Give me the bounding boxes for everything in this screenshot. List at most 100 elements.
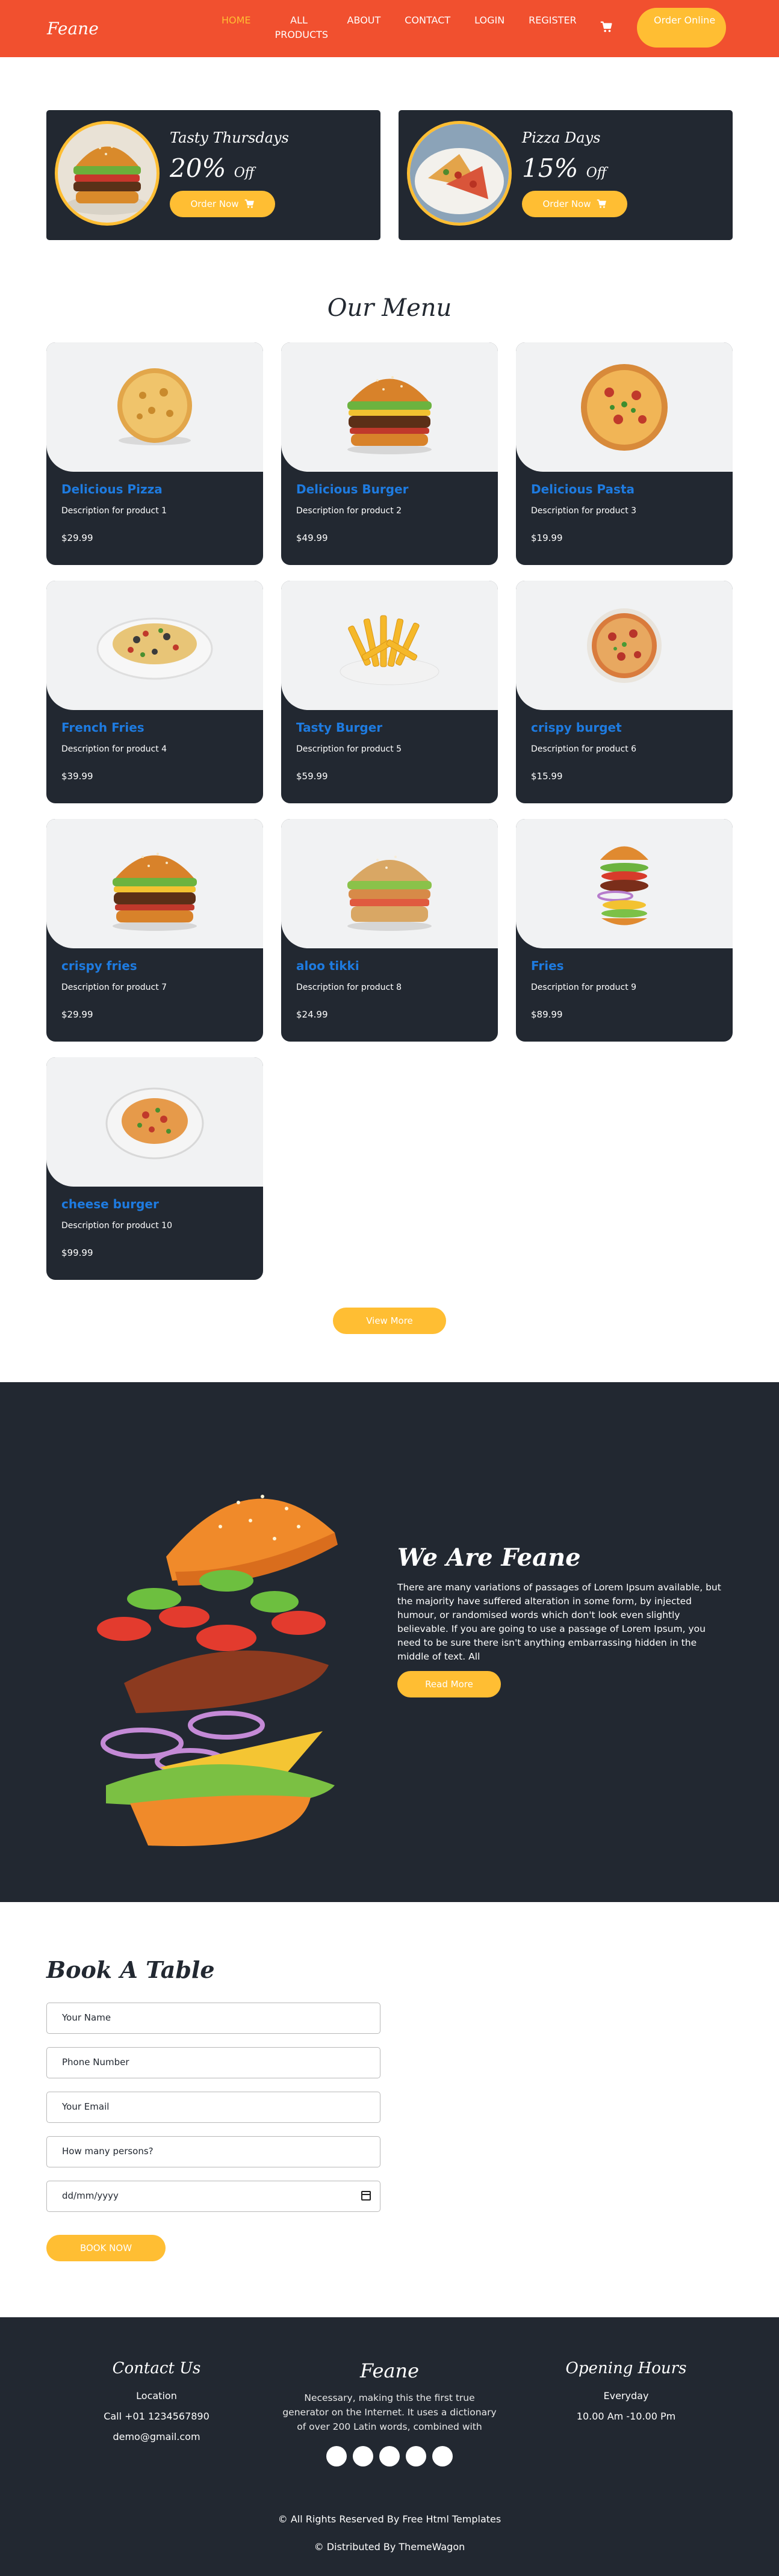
menu-card-image	[281, 342, 498, 472]
menu-item-name[interactable]: Fries	[531, 959, 564, 973]
menu-card[interactable]: cheese burger Description for product 10 $…	[46, 1057, 263, 1280]
site-header: Feane HOME ALL PRODUCTS ABOUT CONTACT LO…	[0, 0, 779, 57]
footer-time: 10.00 Am -10.00 Pm	[576, 2411, 676, 2422]
book-title: Book A Table	[46, 1956, 215, 1983]
footer-about-text: Necessary, making this the first true ge…	[282, 2392, 497, 2432]
main-nav: HOME ALL PRODUCTS ABOUT CONTACT LOGIN RE…	[222, 13, 601, 42]
menu-card-image	[516, 819, 733, 948]
menu-item-description: Description for product 4	[61, 744, 167, 754]
menu-card[interactable]: French Fries Description for product 4 $39…	[46, 581, 263, 803]
menu-item-name[interactable]: Tasty Burger	[296, 720, 382, 735]
cart-icon	[597, 199, 606, 208]
order-now-button[interactable]: Order Now	[170, 191, 275, 217]
distributed-text: © Distributed By ThemeWagon	[314, 2541, 465, 2553]
nav-all-products[interactable]: ALL PRODUCTS	[275, 13, 329, 42]
order-online-button[interactable]: Order Online	[637, 8, 726, 48]
menu-card[interactable]: Fries Description for product 9 $89.99	[516, 819, 733, 1042]
menu-item-description: Description for product 8	[296, 983, 402, 992]
nav-home[interactable]: HOME	[222, 13, 251, 42]
menu-card[interactable]: aloo tikki Description for product 8 $24.9…	[281, 819, 498, 1042]
menu-card-image	[281, 581, 498, 710]
menu-item-price: $49.99	[296, 533, 328, 543]
menu-item-price: $19.99	[531, 533, 563, 543]
linkedin-icon[interactable]	[379, 2446, 400, 2466]
menu-card-image	[281, 819, 498, 948]
menu-item-description: Description for product 6	[531, 744, 637, 754]
menu-card-image	[516, 581, 733, 710]
menu-item-name[interactable]: cheese burger	[61, 1197, 159, 1211]
menu-card[interactable]: crispy burget Description for product 6 $1…	[516, 581, 733, 803]
about-section: We Are Feane There are many variations o…	[0, 1382, 779, 1902]
offers-section: Tasty Thursdays 20% Off Order Now Pizza …	[0, 57, 779, 240]
site-footer: Contact Us Location Call +01 1234567890 …	[0, 2317, 779, 2576]
cart-icon	[244, 199, 254, 208]
name-field[interactable]: Your Name	[46, 2003, 380, 2034]
menu-card-image	[46, 1057, 263, 1187]
offer-title: Pizza Days	[522, 129, 601, 146]
menu-item-name[interactable]: crispy fries	[61, 959, 137, 973]
menu-card[interactable]: Delicious Pizza Description for product 1…	[46, 342, 263, 565]
offer-percent: 20% Off	[170, 153, 255, 183]
footer-hours-title: Opening Hours	[565, 2359, 687, 2377]
footer-contact: Contact Us Location Call +01 1234567890 …	[90, 2359, 223, 2447]
menu-item-price: $39.99	[61, 771, 93, 782]
facebook-icon[interactable]	[326, 2446, 347, 2466]
cart-icon[interactable]	[600, 20, 613, 34]
menu-item-name[interactable]: Delicious Pasta	[531, 482, 635, 496]
view-more-button[interactable]: View More	[333, 1308, 446, 1334]
date-field[interactable]: dd/mm/yyyy	[46, 2181, 380, 2212]
menu-item-name[interactable]: Delicious Pizza	[61, 482, 163, 496]
nav-about[interactable]: ABOUT	[347, 13, 381, 42]
order-now-button[interactable]: Order Now	[522, 191, 627, 217]
about-title: We Are Feane	[397, 1543, 581, 1572]
nav-register[interactable]: REGISTER	[529, 13, 577, 42]
burger-illustration	[97, 1495, 338, 1846]
menu-card[interactable]: Delicious Pasta Description for product 3…	[516, 342, 733, 565]
nav-contact[interactable]: CONTACT	[405, 13, 450, 42]
footer-phone[interactable]: Call +01 1234567890	[90, 2406, 223, 2427]
persons-field[interactable]: How many persons?	[46, 2136, 380, 2167]
menu-card-image	[46, 581, 263, 710]
menu-item-name[interactable]: aloo tikki	[296, 959, 359, 973]
menu-item-description: Description for product 1	[61, 506, 167, 516]
offer-title: Tasty Thursdays	[170, 129, 289, 146]
nav-login[interactable]: LOGIN	[474, 13, 504, 42]
menu-title: Our Menu	[327, 294, 452, 322]
menu-card[interactable]: Delicious Burger Description for product …	[281, 342, 498, 565]
menu-item-description: Description for product 10	[61, 1221, 172, 1231]
footer-email[interactable]: demo@gmail.com	[90, 2427, 223, 2447]
calendar-icon[interactable]	[361, 2191, 371, 2201]
menu-item-description: Description for product 3	[531, 506, 637, 516]
menu-item-price: $24.99	[296, 1009, 328, 1020]
book-now-button[interactable]: BOOK NOW	[46, 2235, 166, 2261]
instagram-icon[interactable]	[406, 2446, 426, 2466]
offer-card: Tasty Thursdays 20% Off Order Now	[46, 110, 380, 240]
pinterest-icon[interactable]	[432, 2446, 453, 2466]
footer-about: Feane Necessary, making this the first t…	[281, 2359, 498, 2466]
footer-hours: Opening Hours Everyday 10.00 Am -10.00 P…	[554, 2359, 698, 2427]
menu-item-name[interactable]: French Fries	[61, 720, 144, 735]
offer-image-burger	[55, 121, 160, 226]
menu-item-price: $99.99	[61, 1247, 93, 1258]
menu-item-description: Description for product 2	[296, 506, 402, 516]
menu-item-price: $59.99	[296, 771, 328, 782]
menu-item-name[interactable]: Delicious Burger	[296, 482, 409, 496]
social-links	[281, 2446, 498, 2466]
footer-contact-title: Contact Us	[112, 2359, 201, 2377]
email-field[interactable]: Your Email	[46, 2092, 380, 2123]
twitter-icon[interactable]	[353, 2446, 373, 2466]
menu-item-description: Description for product 9	[531, 983, 637, 992]
read-more-button[interactable]: Read More	[397, 1671, 501, 1697]
brand-logo[interactable]: Feane	[47, 19, 99, 39]
footer-brand: Feane	[359, 2359, 419, 2382]
offer-image-pizza	[407, 121, 512, 226]
menu-card[interactable]: Tasty Burger Description for product 5 $59…	[281, 581, 498, 803]
phone-field[interactable]: Phone Number	[46, 2047, 380, 2078]
menu-item-price: $89.99	[531, 1009, 563, 1020]
menu-item-name[interactable]: crispy burget	[531, 720, 622, 735]
menu-item-description: Description for product 7	[61, 983, 167, 992]
menu-item-description: Description for product 5	[296, 744, 402, 754]
footer-location[interactable]: Location	[90, 2386, 223, 2406]
menu-card[interactable]: crispy fries Description for product 7 $29…	[46, 819, 263, 1042]
date-value: dd/mm/yyyy	[62, 2190, 119, 2201]
